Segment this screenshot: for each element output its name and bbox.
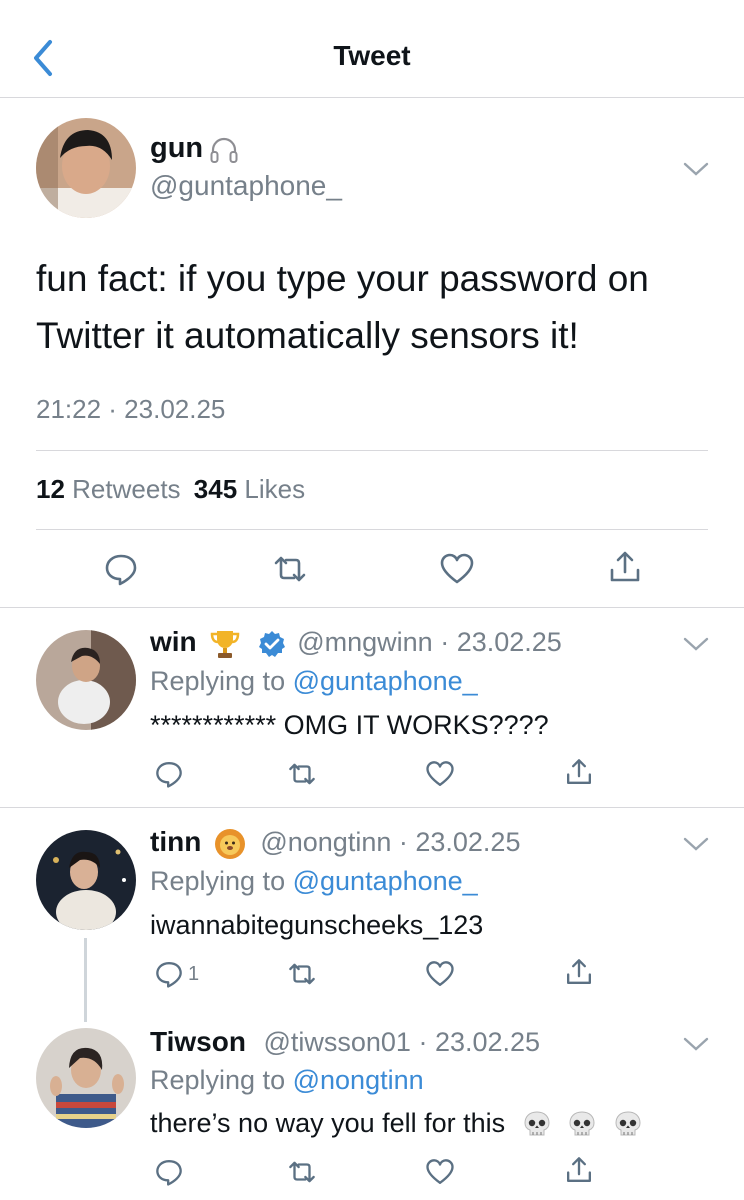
skull-icon xyxy=(615,1111,641,1136)
replying-to: Replying to @guntaphone_ xyxy=(150,666,478,697)
like-icon[interactable] xyxy=(425,959,455,989)
chevron-down-icon[interactable] xyxy=(682,635,710,653)
divider xyxy=(0,807,744,808)
reply-icon[interactable] xyxy=(154,959,184,989)
share-icon[interactable] xyxy=(607,549,643,585)
chevron-down-icon[interactable] xyxy=(682,835,710,853)
thread-line xyxy=(84,938,87,1022)
reply-date: · 23.02.25 xyxy=(440,627,562,657)
chevron-down-icon[interactable] xyxy=(682,1035,710,1053)
replying-prefix: Replying to xyxy=(150,1065,286,1095)
reply-author-name[interactable]: tinn xyxy=(150,826,201,857)
verified-badge-icon xyxy=(258,630,285,657)
reply-text: iwannabitegunscheeks_123 xyxy=(150,910,484,940)
reply-handle[interactable]: @nongtinn xyxy=(260,827,391,857)
reply-handle[interactable]: @tiwsson01 xyxy=(263,1027,410,1057)
share-icon[interactable] xyxy=(564,757,594,787)
share-icon[interactable] xyxy=(564,1155,594,1185)
retweet-icon[interactable] xyxy=(287,959,317,989)
reply-date: · 23.02.25 xyxy=(418,1027,541,1057)
reply-author-name[interactable]: win xyxy=(150,626,197,657)
lion-icon xyxy=(214,828,245,859)
like-icon[interactable] xyxy=(425,1157,455,1187)
share-icon[interactable] xyxy=(564,957,594,987)
divider xyxy=(36,529,708,530)
like-icon[interactable] xyxy=(439,551,475,587)
trophy-icon xyxy=(210,630,240,658)
retweet-label[interactable]: Retweets xyxy=(72,474,180,504)
tweet-text: fun fact: if you type your password on T… xyxy=(36,258,649,356)
replying-to-handle[interactable]: @nongtinn xyxy=(293,1065,424,1095)
reply-icon[interactable] xyxy=(154,759,184,789)
replying-to-handle[interactable]: @guntaphone_ xyxy=(293,666,478,696)
reply-count: 1 xyxy=(188,963,200,985)
reply-header: win @mngwinn · 23.02.25 xyxy=(150,626,562,661)
author-name[interactable]: gun xyxy=(150,132,203,165)
reply-text-row: there’s no way you fell for this xyxy=(150,1108,644,1141)
retweet-icon[interactable] xyxy=(287,1157,317,1187)
reply-text: there’s no way you fell for this xyxy=(150,1108,506,1138)
retweet-count[interactable]: 12 xyxy=(36,474,65,504)
reply-icon[interactable] xyxy=(103,551,139,587)
reply-header: tinn @nongtinn · 23.02.25 xyxy=(150,826,520,861)
skull-icon xyxy=(569,1111,595,1136)
avatar[interactable] xyxy=(36,830,136,930)
tweet-stats: 12 Retweets 345 Likes xyxy=(36,474,305,505)
nav-bar: Tweet xyxy=(0,0,744,98)
page-title: Tweet xyxy=(333,40,411,71)
avatar[interactable] xyxy=(36,1028,136,1128)
divider xyxy=(36,450,708,451)
chevron-down-icon[interactable] xyxy=(682,160,710,178)
author-handle[interactable]: @guntaphone_ xyxy=(150,170,342,202)
replying-prefix: Replying to xyxy=(150,866,286,896)
like-count[interactable]: 345 xyxy=(194,474,237,504)
replying-prefix: Replying to xyxy=(150,666,286,696)
reply-date: · 23.02.25 xyxy=(398,827,521,857)
like-icon[interactable] xyxy=(425,759,455,789)
avatar[interactable] xyxy=(36,118,136,218)
replying-to: Replying to @guntaphone_ xyxy=(150,866,478,897)
reply-icon[interactable] xyxy=(154,1157,184,1187)
like-label[interactable]: Likes xyxy=(244,474,305,504)
reply-text: ************ OMG IT WORKS???? xyxy=(150,710,549,740)
headphones-icon xyxy=(210,137,238,163)
divider xyxy=(0,607,744,608)
retweet-icon[interactable] xyxy=(287,759,317,789)
reply-author-name[interactable]: Tiwson xyxy=(150,1026,246,1057)
retweet-icon[interactable] xyxy=(272,551,308,587)
avatar[interactable] xyxy=(36,630,136,730)
skull-icon xyxy=(524,1111,550,1136)
reply-header: Tiwson @tiwsson01 · 23.02.25 xyxy=(150,1026,540,1058)
tweet-timestamp: 21:22 · 23.02.25 xyxy=(36,394,226,424)
replying-to: Replying to @nongtinn xyxy=(150,1065,424,1096)
replying-to-handle[interactable]: @guntaphone_ xyxy=(293,866,478,896)
reply-handle[interactable]: @mngwinn xyxy=(297,627,432,657)
